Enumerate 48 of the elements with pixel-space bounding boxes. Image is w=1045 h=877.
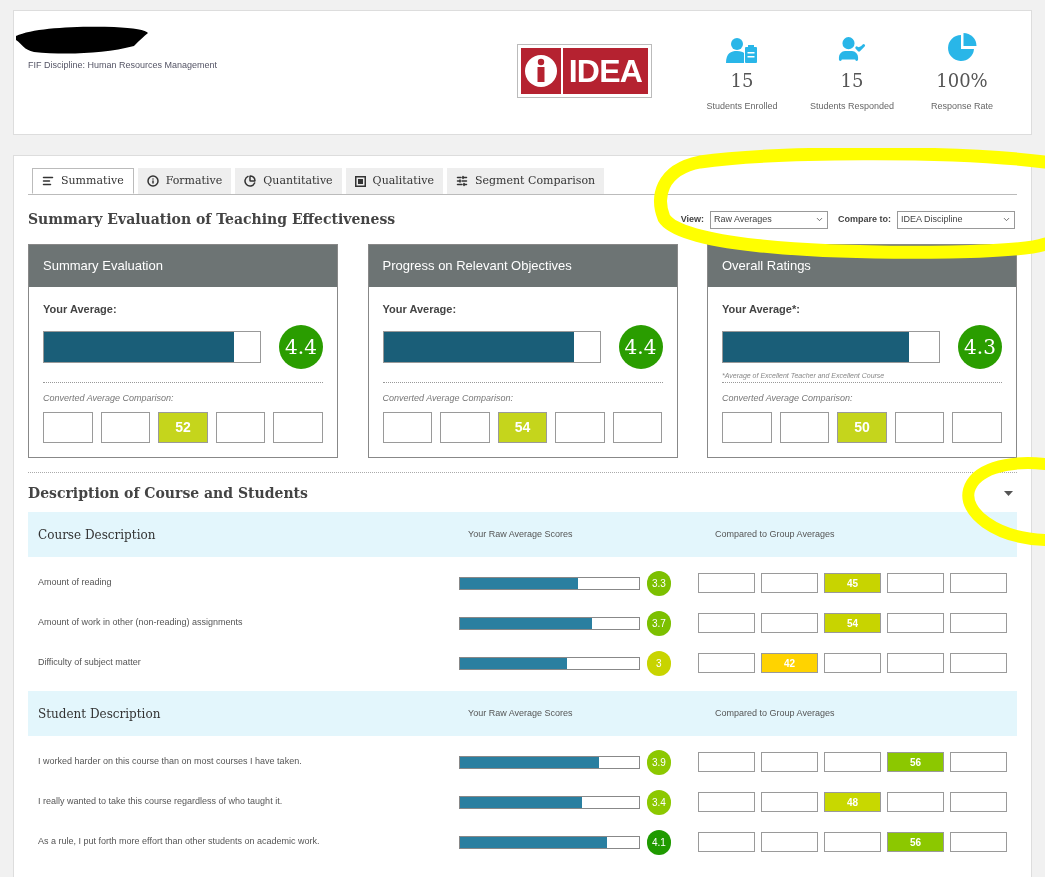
section-title: Student Description — [38, 705, 162, 723]
column-heading: Your Raw Average Scores — [468, 706, 574, 720]
score-box: 56 — [887, 752, 944, 772]
row-label: Amount of reading — [38, 576, 113, 590]
card-title: Summary Evaluation — [29, 245, 337, 287]
column-heading: Your Raw Average Scores — [468, 527, 574, 541]
comparison-label: Converted Average Comparison: — [43, 391, 175, 405]
comparison-label: Converted Average Comparison: — [382, 391, 515, 405]
tab[interactable]: Summative — [32, 168, 134, 194]
stat-value: 15 — [730, 69, 754, 93]
stat-label: Students Responded — [809, 100, 895, 113]
row-label: I worked harder on this course than on most courses I have taken. — [38, 755, 303, 769]
row-label: I really wanted to take this course regardless of who taught it. — [38, 795, 284, 809]
row-label: Amount of work in other (non-reading) assignments — [38, 616, 244, 630]
stat-value: 100% — [936, 69, 988, 93]
tab[interactable]: Formative — [137, 168, 232, 194]
score-box: 48 — [824, 792, 881, 812]
row-label: As a rule, I put forth more effort than other students on academic work. — [38, 835, 321, 849]
row-label: Difficulty of subject matter — [38, 656, 142, 670]
idea-logo: IDEA — [516, 44, 652, 98]
column-heading: Compared to Group Averages — [715, 706, 835, 720]
discipline-text: FIF Discipline: Human Resources Management — [28, 59, 219, 72]
view-select[interactable]: Raw Averages — [710, 210, 828, 229]
score-box: 52 — [158, 412, 208, 443]
score-box: 45 — [824, 573, 881, 593]
column-heading: Compared to Group Averages — [715, 527, 835, 541]
tab[interactable]: Quantitative — [235, 168, 342, 194]
score-box: 50 — [837, 412, 887, 443]
score-box: 54 — [824, 613, 881, 633]
score-box: 54 — [497, 412, 548, 443]
compare-select[interactable]: IDEA Discipline — [897, 210, 1015, 229]
score-box: 56 — [887, 832, 944, 852]
view-label: View: — [680, 212, 704, 226]
section-title: Description of Course and Students — [28, 484, 308, 503]
comparison-label: Converted Average Comparison: — [722, 391, 854, 405]
stat-label: Response Rate — [930, 100, 993, 113]
average-label: Your Average*: — [722, 302, 801, 317]
average-label: Your Average: — [382, 302, 458, 317]
stat-label: Students Enrolled — [706, 100, 778, 113]
tab[interactable]: Segment Comparison — [446, 168, 605, 194]
compare-label: Compare to: — [838, 212, 891, 226]
section-title: Course Description — [38, 526, 157, 544]
average-label: Your Average: — [43, 302, 118, 317]
section-title: Summary Evaluation of Teaching Effectiveness — [28, 210, 396, 229]
stat-value: 15 — [840, 69, 864, 93]
tab[interactable]: Qualitative — [345, 168, 443, 194]
card-title: Progress on Relevant Objectives — [368, 245, 677, 287]
score-box: 42 — [761, 653, 818, 673]
